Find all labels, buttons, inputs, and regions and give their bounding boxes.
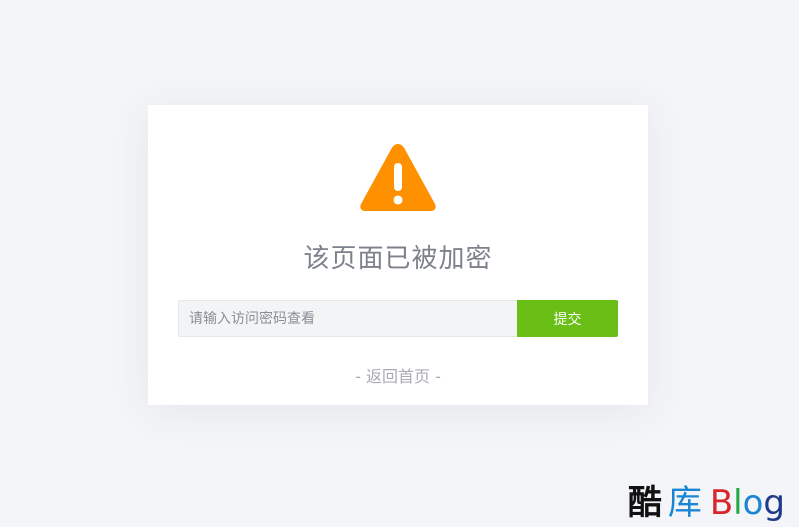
- warning-triangle-icon: [360, 144, 436, 211]
- logo-letter-o: o: [742, 483, 764, 523]
- logo-letter-b: B: [709, 483, 734, 523]
- password-form: 提交: [178, 300, 618, 337]
- password-input[interactable]: [178, 300, 517, 337]
- page-title: 该页面已被加密: [303, 244, 493, 274]
- site-logo: 酷 库 B l o g: [628, 483, 785, 523]
- back-home-link[interactable]: - 返回首页 -: [148, 365, 648, 389]
- logo-letter-g: g: [763, 483, 785, 523]
- logo-letter-l: l: [733, 483, 743, 523]
- logo-char-ku-1: 酷: [627, 483, 662, 523]
- password-card: 该页面已被加密 提交 - 返回首页 -: [148, 105, 648, 405]
- submit-button[interactable]: 提交: [517, 300, 618, 337]
- logo-char-ku-2: 库: [667, 483, 702, 523]
